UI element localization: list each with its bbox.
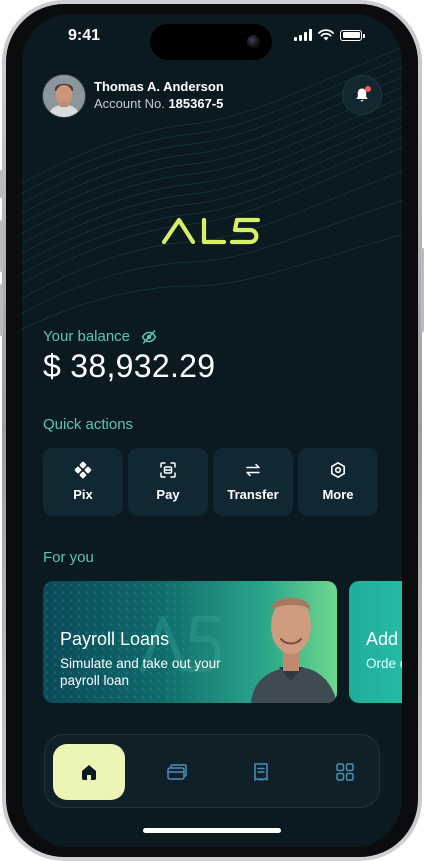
action-button — [0, 170, 3, 198]
battery-icon — [340, 29, 365, 41]
user-name: Thomas A. Anderson — [94, 79, 224, 94]
quick-action-transfer-button[interactable]: Transfer — [213, 448, 293, 516]
cellular-signal-icon — [294, 29, 312, 41]
notification-badge-dot — [365, 86, 371, 92]
account-prefix: Account No. — [94, 96, 165, 111]
smiling-man-photo — [251, 597, 337, 703]
tab-cards[interactable] — [141, 744, 213, 800]
transfer-arrows-icon — [246, 463, 260, 477]
wifi-icon — [318, 29, 334, 41]
quick-actions-row: Pix Pay Transfer More — [43, 448, 379, 516]
quick-action-label: Pay — [156, 487, 180, 502]
app-screen: 9:41 Thomas A. Anderson Account No. 1853… — [22, 14, 402, 847]
for-you-title: For you — [43, 549, 94, 566]
profile-header: Thomas A. Anderson Account No. 185367-5 — [42, 74, 382, 118]
home-indicator[interactable] — [143, 828, 281, 833]
quick-action-label: Transfer — [227, 487, 279, 502]
account-number: 185367-5 — [168, 96, 224, 111]
quick-action-more-button[interactable]: More — [298, 448, 378, 516]
card-title: Payroll Loans — [60, 629, 170, 649]
grid-icon — [336, 763, 354, 781]
quick-action-label: Pix — [73, 487, 93, 502]
tab-statements[interactable] — [225, 744, 297, 800]
tab-menu[interactable] — [309, 744, 381, 800]
balance-amount: $ 38,932.29 — [43, 348, 216, 384]
notifications-button[interactable] — [342, 75, 382, 115]
quick-action-pix-button[interactable]: Pix — [43, 448, 123, 516]
quick-action-pay-button[interactable]: Pay — [128, 448, 208, 516]
decorative-wave-lines — [22, 46, 402, 330]
more-hexagon-icon — [331, 462, 345, 478]
quick-action-label: More — [322, 487, 354, 502]
volume-up-button — [0, 220, 3, 272]
account-number-line: Account No. 185367-5 — [94, 96, 223, 111]
front-camera — [247, 35, 260, 48]
avatar[interactable] — [42, 74, 86, 118]
bottom-tab-bar — [44, 734, 380, 808]
add-debit-card-promo[interactable]: Add Orde debit — [349, 581, 402, 703]
tab-home[interactable] — [53, 744, 125, 800]
volume-down-button — [0, 284, 3, 336]
scan-pay-icon — [160, 462, 176, 478]
receipt-icon — [254, 763, 268, 781]
avatar-photo — [43, 75, 85, 117]
status-time: 9:41 — [68, 27, 101, 44]
dynamic-island — [150, 24, 272, 60]
quick-actions-title: Quick actions — [43, 416, 134, 433]
home-icon — [82, 765, 96, 780]
hide-balance-eye-icon[interactable] — [141, 329, 157, 345]
pix-icon — [74, 461, 92, 479]
status-icons — [294, 29, 365, 41]
cards-icon — [167, 764, 187, 780]
card-description: Simulate and take out your payroll loan — [60, 656, 221, 688]
card-description: Orde debit — [366, 656, 402, 671]
payroll-loans-card[interactable]: Payroll Loans Simulate and take out your… — [43, 581, 337, 703]
card-title: Add — [366, 629, 399, 649]
balance-label: Your balance — [43, 328, 131, 345]
status-bar: 9:41 — [22, 14, 402, 60]
brand-logo — [162, 217, 261, 245]
